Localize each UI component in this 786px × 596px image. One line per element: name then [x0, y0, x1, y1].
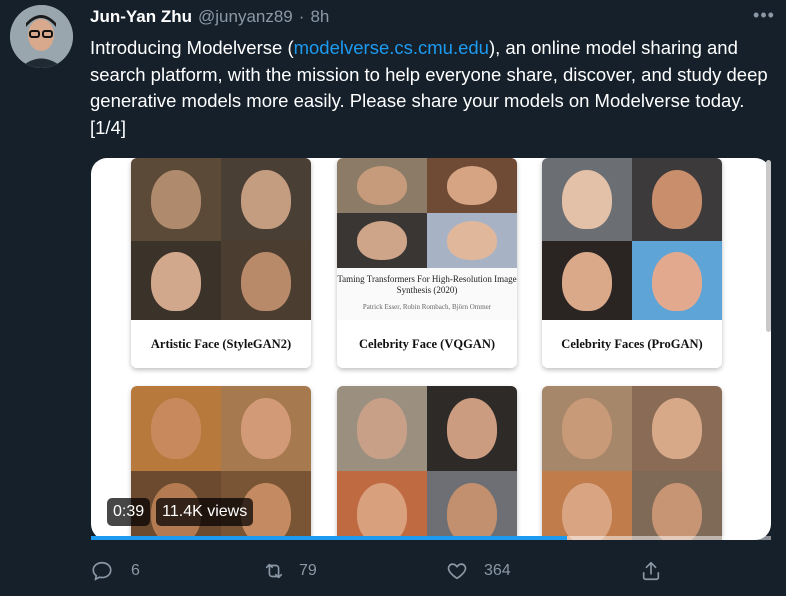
face-image — [427, 386, 517, 471]
face-image — [131, 240, 221, 323]
tweet-link[interactable]: modelverse.cs.cmu.edu — [294, 37, 489, 58]
face-image — [427, 213, 517, 268]
retweet-count: 79 — [299, 562, 317, 579]
media-scrollbar[interactable] — [766, 160, 771, 332]
retweet-button[interactable]: 79 — [263, 560, 317, 582]
video-badge: 0:39 11.4K views — [107, 498, 254, 526]
face-image — [221, 158, 311, 241]
card-label: Artistic Face (StyleGAN2) — [131, 320, 311, 368]
face-image — [542, 471, 632, 540]
video-views: 11.4K views — [156, 498, 254, 526]
avatar-image — [10, 5, 73, 68]
model-card-celebrity-face-vqgan[interactable]: Taming Transformers For High-Resolution … — [337, 158, 517, 368]
face-image — [131, 158, 221, 241]
like-count: 364 — [484, 562, 511, 579]
face-grid — [337, 386, 517, 540]
face-image — [337, 158, 427, 213]
face-grid — [337, 158, 517, 268]
avatar[interactable] — [10, 5, 73, 68]
reply-count: 6 — [131, 562, 140, 579]
video-media[interactable]: Artistic Face (StyleGAN2) Taming Transfo… — [91, 158, 771, 540]
face-image — [337, 471, 427, 540]
model-card-row2-2[interactable] — [337, 386, 517, 540]
model-card-celebrity-faces-progan[interactable]: Celebrity Faces (ProGAN) — [542, 158, 722, 368]
face-image — [427, 471, 517, 540]
more-options-icon[interactable]: ••• — [752, 6, 776, 28]
video-progress-fill — [91, 536, 567, 540]
face-image — [542, 240, 632, 323]
face-image — [632, 240, 722, 323]
retweet-icon — [265, 563, 283, 579]
card-label: Celebrity Faces (ProGAN) — [542, 320, 722, 368]
tweet-time[interactable]: 8h — [310, 7, 329, 27]
reply-button[interactable]: 6 — [91, 560, 140, 582]
video-progress-bar[interactable] — [91, 536, 771, 540]
tweet-text: Introducing Modelverse (modelverse.cs.cm… — [90, 35, 770, 141]
face-image — [632, 158, 722, 241]
author-name[interactable]: Jun-Yan Zhu — [90, 7, 192, 27]
face-image — [337, 213, 427, 268]
face-image — [542, 386, 632, 471]
face-image — [221, 240, 311, 323]
heart-icon — [447, 563, 467, 580]
face-image — [632, 471, 722, 540]
tweet-header: Jun-Yan Zhu @junyanz89 · 8h — [90, 6, 329, 28]
face-grid — [542, 158, 722, 323]
face-grid — [131, 158, 311, 323]
face-image — [337, 386, 427, 471]
paper-authors: Patrick Esser, Robin Rombach, Björn Omme… — [362, 303, 492, 311]
separator-dot: · — [298, 7, 305, 26]
model-card-artistic-face[interactable]: Artistic Face (StyleGAN2) — [131, 158, 311, 368]
author-handle[interactable]: @junyanz89 — [198, 7, 293, 27]
tweet-actions: 6 79 364 — [0, 560, 786, 584]
face-image — [632, 386, 722, 471]
face-image — [221, 386, 311, 471]
tweet-text-part1: Introducing Modelverse ( — [90, 37, 294, 58]
face-image — [542, 158, 632, 241]
reply-icon — [92, 561, 112, 581]
like-button[interactable]: 364 — [446, 560, 511, 582]
model-card-row2-3[interactable] — [542, 386, 722, 540]
card-label: Celebrity Face (VQGAN) — [337, 320, 517, 368]
video-timestamp: 0:39 — [107, 498, 151, 526]
share-button[interactable] — [640, 560, 662, 582]
face-image — [131, 386, 221, 471]
paper-title: Taming Transformers For High-Resolution … — [337, 274, 517, 295]
face-grid — [542, 386, 722, 540]
share-icon — [642, 561, 660, 581]
face-image — [427, 158, 517, 213]
